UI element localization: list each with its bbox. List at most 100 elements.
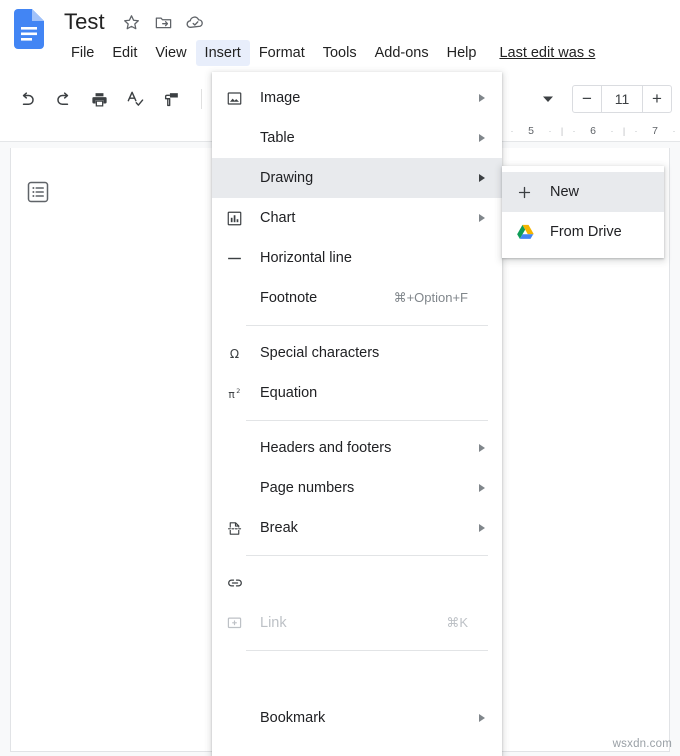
menu-item-table[interactable]: Table: [212, 118, 502, 158]
menu-item-label: Horizontal line: [260, 250, 352, 266]
svg-text:2: 2: [236, 386, 240, 394]
menu-item-label: Table: [260, 130, 295, 146]
link-icon: [226, 574, 260, 592]
menu-item-page-numbers[interactable]: Page numbers: [212, 468, 502, 508]
star-icon[interactable]: [119, 9, 145, 35]
menu-separator: [246, 420, 488, 421]
google-docs-window: Test File Edit View Insert Format Tools …: [0, 0, 680, 756]
menu-item-label: Chart: [260, 210, 296, 226]
menu-edit[interactable]: Edit: [103, 40, 146, 66]
menu-format[interactable]: Format: [250, 40, 314, 66]
submenu-arrow-icon: [476, 174, 488, 182]
ruler-tick-5: 5: [528, 125, 534, 137]
print-icon[interactable]: [84, 84, 114, 114]
ruler-minor-tick: |: [622, 126, 626, 136]
submenu-item-label: New: [550, 184, 580, 200]
menu-tools[interactable]: Tools: [314, 40, 366, 66]
submenu-arrow-icon: [476, 714, 488, 722]
chart-icon: [226, 210, 260, 227]
font-size-stepper: − 11 +: [572, 85, 672, 113]
menu-item-link[interactable]: [212, 563, 502, 603]
ruler-minor-tick: ·: [672, 126, 676, 136]
menu-item-horizontal-line[interactable]: Horizontal line: [212, 238, 502, 278]
submenu-arrow-icon: [476, 524, 488, 532]
menu-insert[interactable]: Insert: [195, 40, 250, 66]
menu-item-headers-and-footers[interactable]: Headers and footers: [212, 428, 502, 468]
svg-text:Ω: Ω: [230, 347, 239, 361]
submenu-item-from-drive[interactable]: From Drive: [502, 212, 664, 252]
menu-item-comment: Link ⌘K: [212, 603, 502, 643]
submenu-item-label: From Drive: [550, 224, 622, 240]
omega-icon: Ω: [226, 345, 260, 362]
menu-item-label: Page numbers: [260, 480, 355, 496]
submenu-arrow-icon: [476, 94, 488, 102]
menu-item-label: Image: [260, 90, 301, 106]
menu-separator: [246, 650, 488, 651]
insert-dropdown-menu: Image Table Drawing Chart Horizontal lin…: [212, 72, 502, 756]
menu-help[interactable]: Help: [438, 40, 486, 66]
title-row: Test: [64, 7, 215, 37]
undo-icon[interactable]: [12, 84, 42, 114]
paint-format-icon[interactable]: [156, 84, 186, 114]
menu-item-image[interactable]: Image: [212, 78, 502, 118]
ruler-minor-tick: ·: [572, 126, 576, 136]
menu-item-equation[interactable]: π 2 Equation: [212, 373, 502, 413]
ruler-minor-tick: ·: [634, 126, 638, 136]
move-to-folder-icon[interactable]: [151, 9, 177, 35]
menu-item-special-characters[interactable]: Ω Special characters: [212, 333, 502, 373]
toolbar-divider: [201, 89, 202, 109]
redo-icon[interactable]: [48, 84, 78, 114]
menu-bar: File Edit View Insert Format Tools Add-o…: [62, 40, 601, 66]
menu-item-footnote[interactable]: Footnote ⌘+Option+F: [212, 278, 502, 318]
menu-item-drawing[interactable]: Drawing: [212, 158, 502, 198]
submenu-arrow-icon: [476, 484, 488, 492]
submenu-arrow-icon: [476, 444, 488, 452]
menu-item-label: Drawing: [260, 170, 314, 186]
horizontal-line-icon: [226, 250, 260, 267]
menu-item-label: Special characters: [260, 345, 380, 361]
submenu-item-new[interactable]: New: [502, 172, 664, 212]
font-size-increase-button[interactable]: +: [643, 86, 671, 112]
ruler-tick-7: 7: [652, 125, 658, 137]
spelling-check-icon[interactable]: [120, 84, 150, 114]
image-icon: [226, 90, 260, 107]
ruler-tick-6: 6: [590, 125, 596, 137]
last-edit-link[interactable]: Last edit was s: [485, 40, 601, 66]
menu-item-shortcut: ⌘+Option+F: [393, 290, 468, 305]
document-outline-icon[interactable]: [26, 180, 50, 204]
google-docs-logo-icon: [14, 9, 44, 49]
watermark: wsxdn.com: [612, 738, 672, 750]
ruler-minor-tick: ·: [548, 126, 552, 136]
page-title[interactable]: Test: [64, 8, 119, 36]
font-size-input[interactable]: 11: [601, 86, 643, 112]
menu-view[interactable]: View: [146, 40, 195, 66]
app-header: Test File Edit View Insert Format Tools …: [0, 0, 680, 76]
chevron-down-icon[interactable]: [536, 87, 560, 111]
menu-separator: [246, 555, 488, 556]
menu-item-label: Link: [260, 615, 287, 631]
menu-file[interactable]: File: [62, 40, 103, 66]
menu-item-chart[interactable]: Chart: [212, 198, 502, 238]
google-drive-icon: [516, 224, 550, 241]
cloud-saved-icon[interactable]: [183, 9, 209, 35]
menu-item-shortcut: ⌘K: [446, 615, 468, 630]
menu-item-label: Bookmark: [260, 710, 326, 726]
menu-item-label: Footnote: [260, 290, 318, 306]
menu-item-label: Headers and footers: [260, 440, 392, 456]
menu-add-ons[interactable]: Add-ons: [366, 40, 438, 66]
menu-item-bookmark[interactable]: [212, 658, 502, 698]
font-size-group: − 11 +: [536, 84, 672, 114]
ruler-minor-tick: ·: [510, 126, 514, 136]
menu-item-label: Break: [260, 520, 298, 536]
menu-separator: [246, 325, 488, 326]
plus-icon: [516, 184, 550, 201]
page-break-icon: [226, 520, 260, 537]
font-size-decrease-button[interactable]: −: [573, 86, 601, 112]
drawing-submenu: New From Drive: [502, 166, 664, 258]
ruler-minor-tick: |: [560, 126, 564, 136]
menu-item-label: Equation: [260, 385, 318, 401]
menu-item-table-of-contents[interactable]: Bookmark: [212, 698, 502, 738]
menu-item-break[interactable]: Break: [212, 508, 502, 548]
submenu-arrow-icon: [476, 134, 488, 142]
comment-icon: [226, 615, 260, 632]
